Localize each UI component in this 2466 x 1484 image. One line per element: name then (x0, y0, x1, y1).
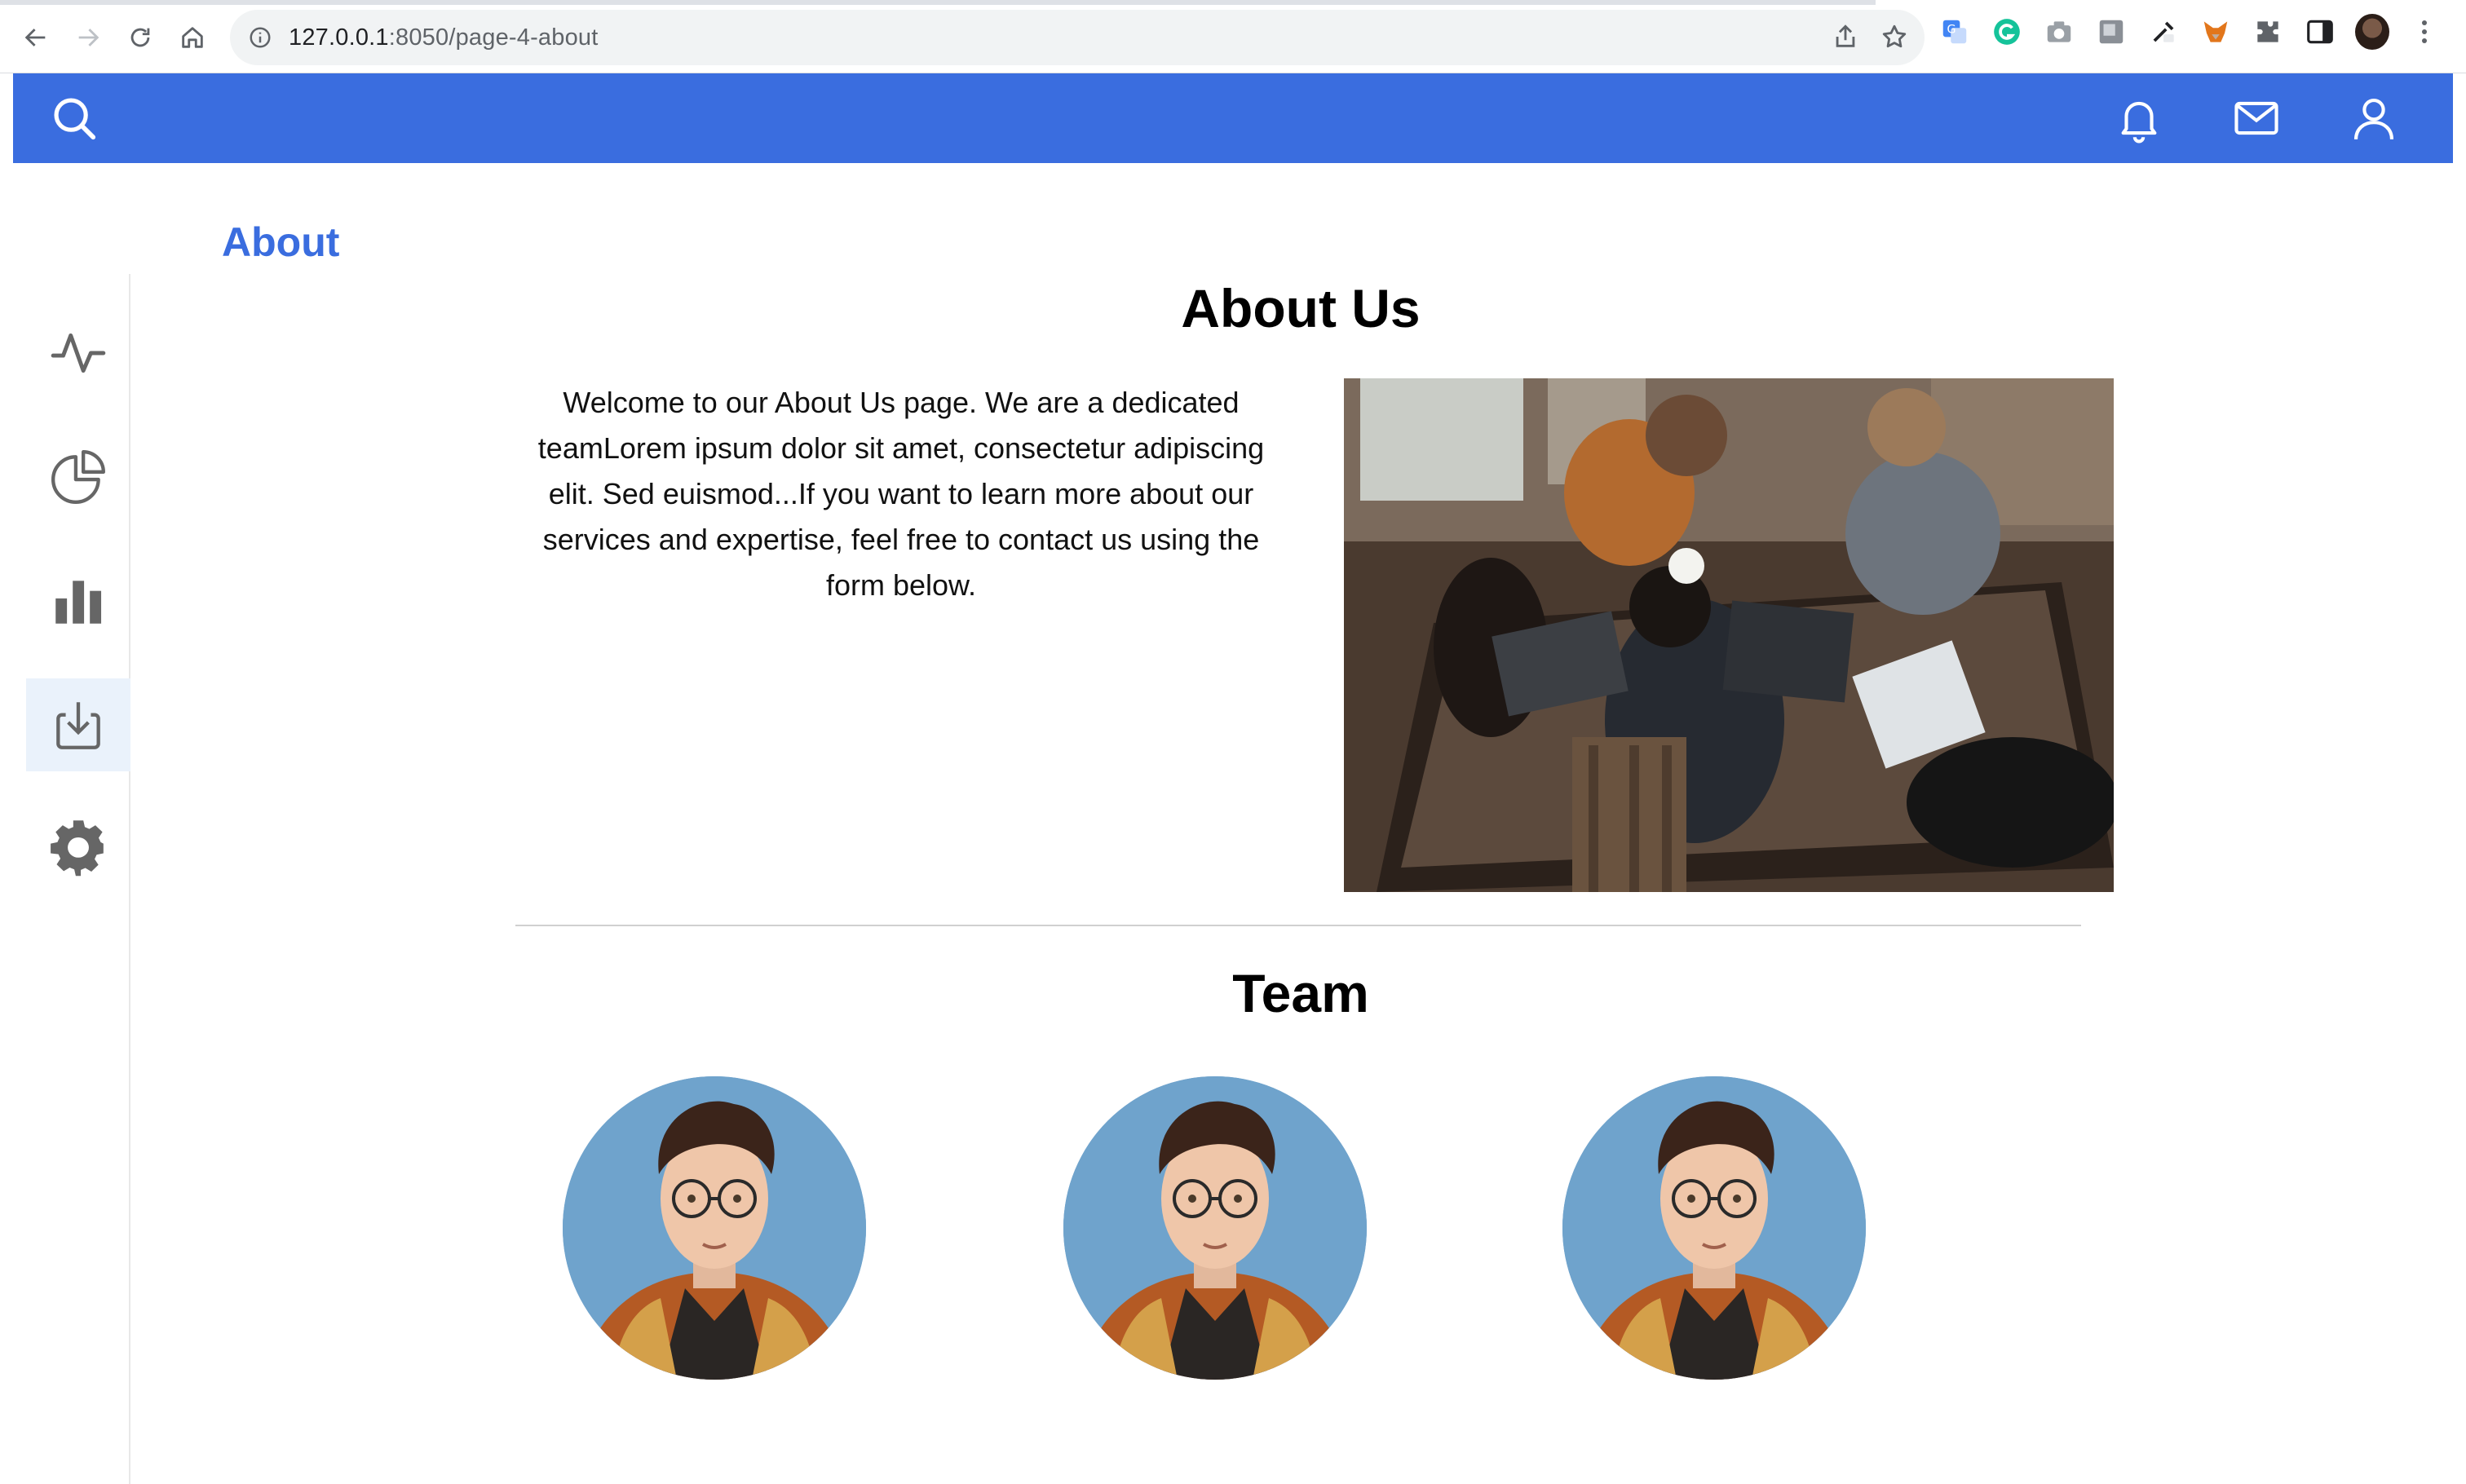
mail-icon (2234, 101, 2278, 135)
avatar-illustration (563, 1076, 866, 1380)
camera-extension[interactable] (2042, 15, 2076, 49)
avatar-illustration (1063, 1076, 1367, 1380)
intro-paragraph: Welcome to our About Us page. We are a d… (537, 386, 1265, 602)
url-path: :8050/page-4-about (388, 24, 599, 51)
extensions-button[interactable] (2251, 15, 2285, 49)
url-host: 127.0.0.1 (289, 24, 389, 51)
side-panel-icon (2307, 20, 2333, 44)
url-text: 127.0.0.1:8050/page-4-about (289, 24, 599, 51)
bar-chart-icon (55, 581, 102, 624)
profile-button[interactable] (2355, 14, 2389, 50)
back-button[interactable] (16, 18, 55, 57)
arrow-right-icon (78, 29, 99, 46)
side-panel-button[interactable] (2303, 15, 2337, 49)
hero-illustration (1344, 378, 2114, 892)
grammarly-extension[interactable] (1990, 15, 2024, 49)
extensions-row: G (1938, 14, 2442, 50)
sidebar-item-pie-chart[interactable] (26, 431, 130, 523)
photo-icon (2099, 20, 2124, 44)
messages-button[interactable] (2230, 91, 2283, 145)
home-icon (182, 27, 203, 48)
translate-extension[interactable]: G (1938, 15, 1972, 49)
share-icon[interactable] (1832, 23, 1859, 51)
profile-avatar (2355, 14, 2389, 50)
activity-icon (51, 333, 106, 373)
notifications-button[interactable] (2112, 91, 2166, 145)
sidebar-item-bar-chart[interactable] (26, 554, 130, 647)
gear-icon (51, 820, 104, 877)
team-heading: Team (1232, 963, 1369, 1023)
avatar-illustration (1562, 1076, 1866, 1380)
team-member-avatar (563, 1076, 866, 1380)
grammarly-icon (1994, 19, 2020, 45)
user-icon (2353, 98, 2394, 139)
tab-strip (0, 0, 1876, 5)
about-us-heading: About Us (1181, 278, 1421, 338)
camera-icon (2047, 21, 2071, 42)
reload-icon (130, 28, 150, 47)
reload-button[interactable] (121, 18, 160, 57)
browser-menu-button[interactable] (2407, 15, 2442, 49)
bookmark-star-icon[interactable] (1880, 23, 1908, 51)
eyedropper-icon (2153, 21, 2174, 42)
address-bar[interactable]: 127.0.0.1:8050/page-4-about (230, 10, 1925, 65)
team-member-avatar (1562, 1076, 1866, 1380)
translate-icon: G (1942, 20, 1967, 44)
bell-icon (2121, 101, 2157, 144)
metamask-extension[interactable] (2199, 15, 2233, 49)
page-title: About (222, 219, 340, 265)
arrow-left-icon (24, 29, 46, 46)
search-button[interactable] (47, 91, 101, 145)
profile-menu-button[interactable] (2347, 91, 2401, 145)
app-header (13, 73, 2453, 163)
info-icon[interactable] (248, 25, 272, 50)
photo-extension[interactable] (2094, 15, 2128, 49)
sidebar (13, 274, 130, 1484)
pie-chart-icon (51, 450, 105, 504)
puzzle-icon (2257, 21, 2278, 42)
sidebar-item-activity[interactable] (26, 307, 130, 400)
sidebar-item-download[interactable] (26, 678, 130, 771)
home-button[interactable] (173, 18, 212, 57)
browser-toolbar: 127.0.0.1:8050/page-4-about G (0, 0, 2466, 73)
search-icon (54, 98, 96, 140)
download-icon (56, 702, 100, 749)
team-member-avatar (1063, 1076, 1367, 1380)
eyedropper-extension[interactable] (2146, 15, 2181, 49)
kebab-menu-icon (2416, 15, 2433, 49)
section-divider (515, 925, 2081, 926)
forward-button[interactable] (68, 18, 108, 57)
fox-icon (2203, 21, 2228, 42)
svg-text:G: G (1947, 24, 1956, 37)
team-working-photo (1344, 378, 2114, 892)
sidebar-item-settings[interactable] (26, 802, 130, 895)
